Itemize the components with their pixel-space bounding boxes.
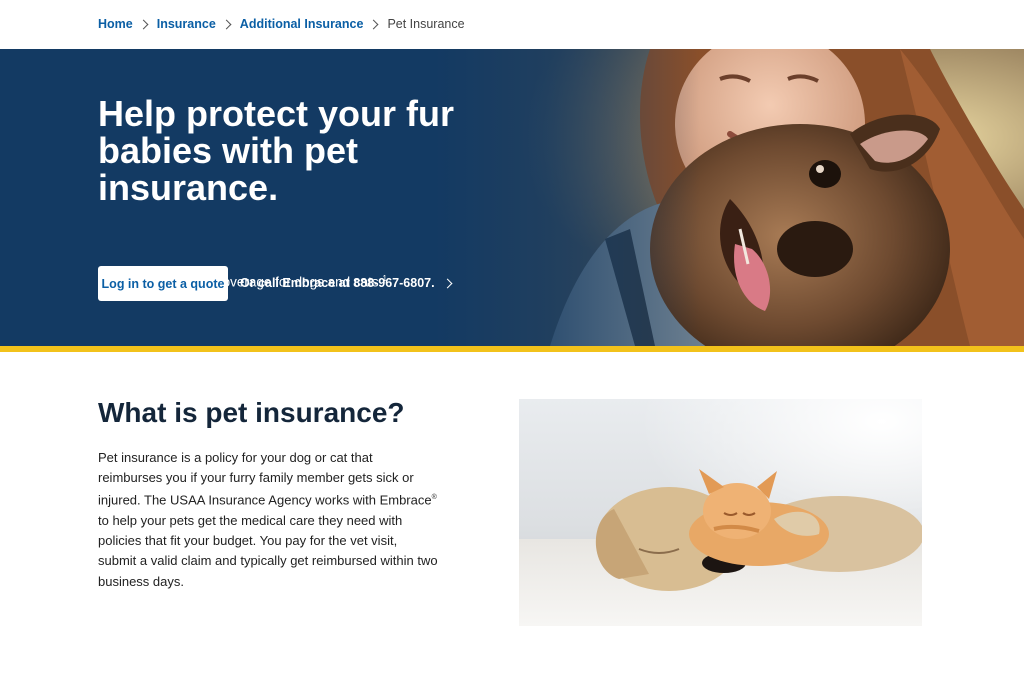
body-text-2: to help your pets get the medical care t… (98, 512, 438, 589)
breadcrumb-insurance[interactable]: Insurance (157, 17, 216, 31)
section-body: Pet insurance is a policy for your dog o… (98, 448, 438, 592)
hero-title: Help protect your fur babies with pet in… (98, 93, 455, 208)
login-get-quote-button[interactable]: Log in to get a quote (98, 266, 228, 301)
breadcrumb-home[interactable]: Home (98, 17, 133, 31)
accent-divider (0, 346, 1024, 352)
breadcrumb-additional-insurance[interactable]: Additional Insurance (240, 17, 364, 31)
puppy-and-kitten-photo (519, 399, 922, 626)
chevron-right-icon (368, 19, 379, 29)
chevron-right-icon (138, 19, 149, 29)
hero-banner: Help protect your fur babies with pet in… (0, 49, 1024, 346)
call-embrace-link[interactable]: Or call Embrace at 888-967-6807. (240, 276, 453, 290)
chevron-right-icon (442, 278, 453, 288)
chevron-right-icon (221, 19, 232, 29)
breadcrumb: Home Insurance Additional Insurance Pet … (98, 15, 465, 33)
breadcrumb-current: Pet Insurance (387, 17, 465, 31)
section-title: What is pet insurance? (98, 397, 405, 428)
registered-mark: ® (431, 494, 437, 502)
body-text-1: Pet insurance is a policy for your dog o… (98, 450, 432, 508)
call-embrace-text: Or call Embrace at 888-967-6807. (240, 276, 435, 290)
